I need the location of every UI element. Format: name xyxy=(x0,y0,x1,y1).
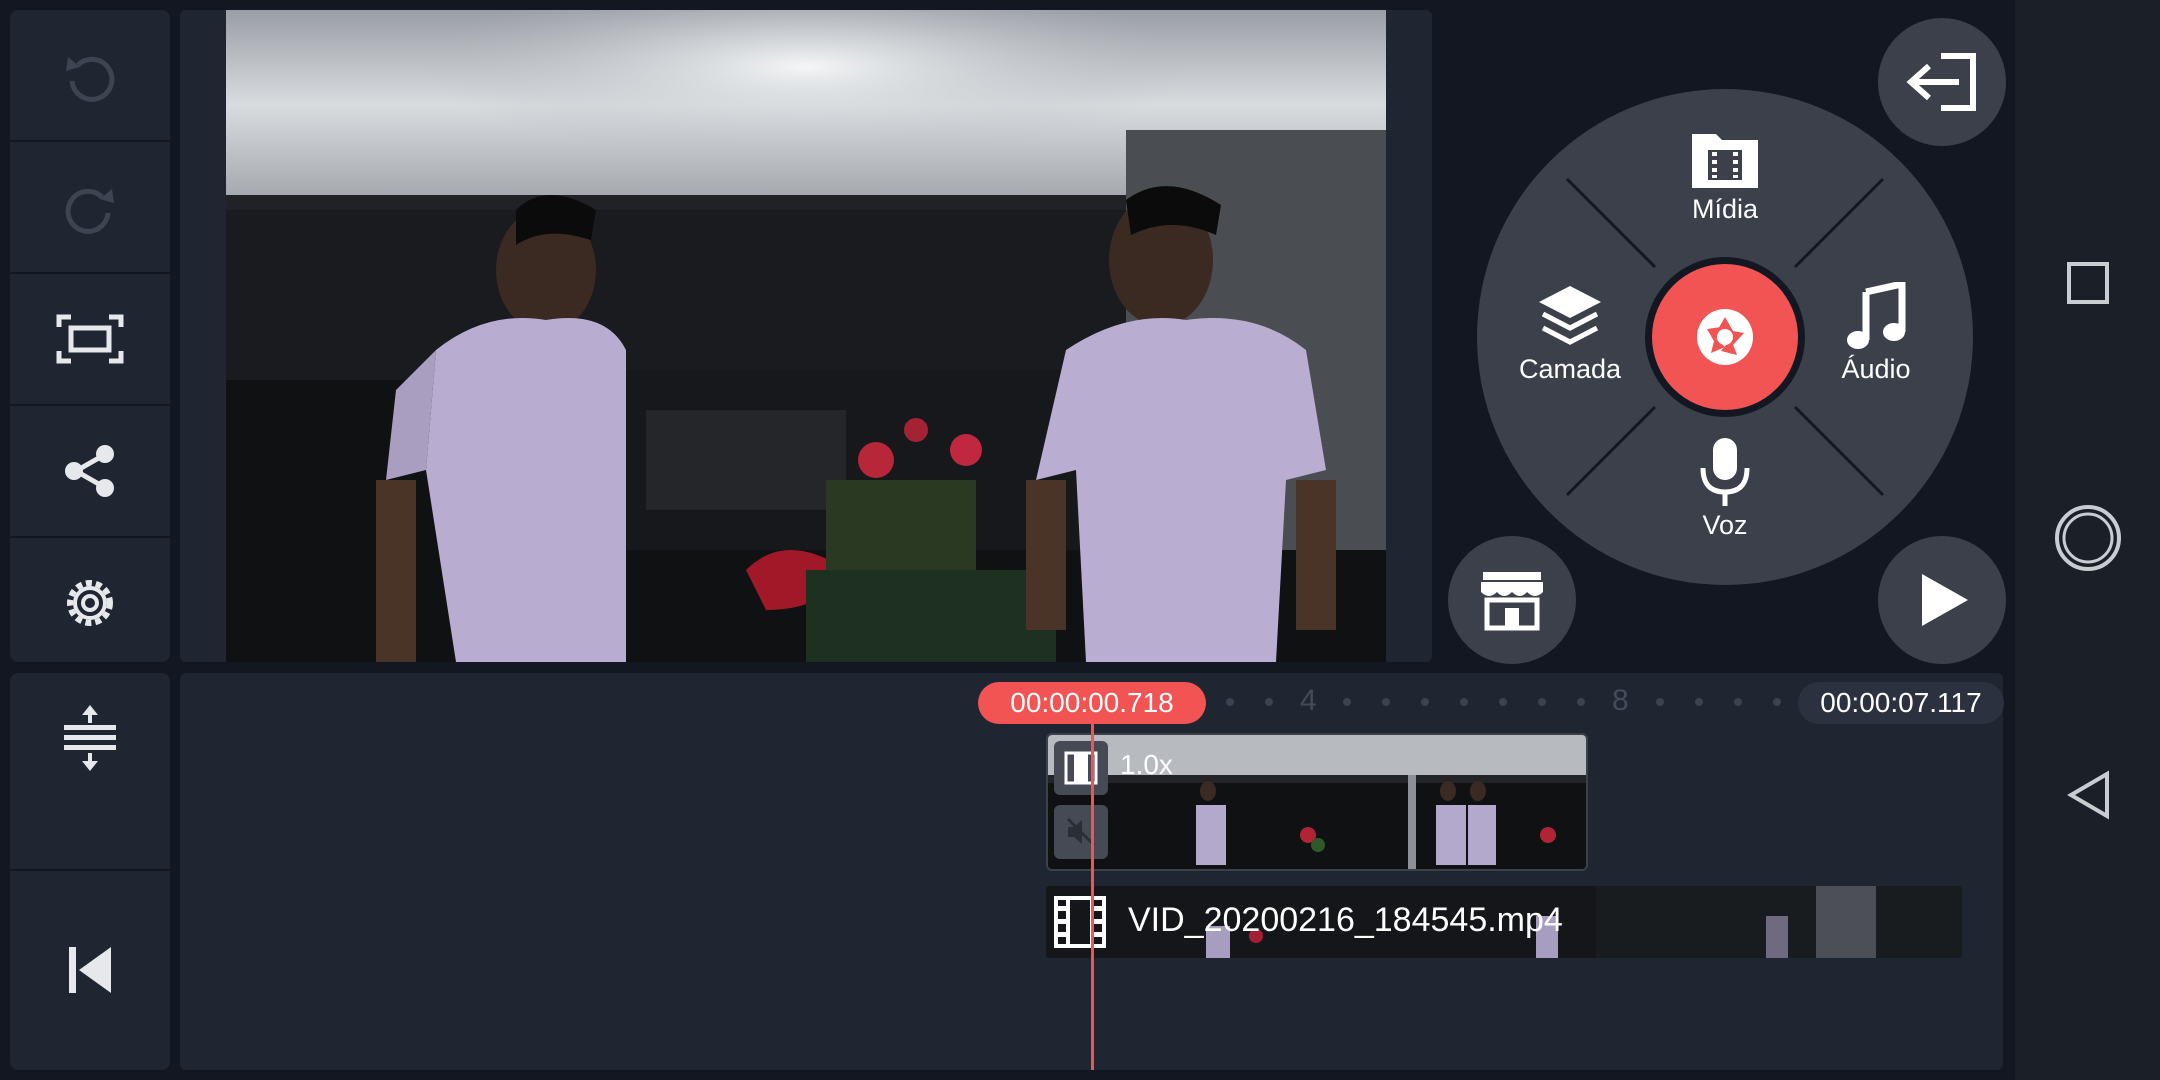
back-triangle-icon xyxy=(2067,770,2109,820)
share-button[interactable] xyxy=(10,406,170,536)
media-label: Mídia xyxy=(1691,194,1759,224)
timeline-tools xyxy=(10,673,170,1070)
music-note-icon xyxy=(1847,282,1906,349)
ruler-tick xyxy=(1695,698,1703,706)
playhead[interactable] xyxy=(1091,720,1094,1070)
layer-video-clip[interactable]: 1.0x xyxy=(1046,733,1588,871)
ruler-tick xyxy=(1460,698,1468,706)
exit-icon xyxy=(1906,53,1976,111)
skip-to-start-button[interactable] xyxy=(10,905,170,1035)
microphone-icon xyxy=(1700,438,1750,506)
ruler-tick xyxy=(1265,698,1273,706)
mute-badge[interactable] xyxy=(1054,805,1108,859)
divider xyxy=(10,869,170,871)
preview-image xyxy=(226,10,1386,662)
layer-button[interactable]: Camada xyxy=(1512,282,1628,385)
voice-button[interactable]: Voz xyxy=(1690,436,1760,541)
ruler-tick xyxy=(1577,698,1585,706)
record-button[interactable] xyxy=(1652,264,1798,410)
crop-frame-button[interactable] xyxy=(10,274,170,404)
audio-button[interactable]: Áudio xyxy=(1826,282,1926,385)
total-duration-display: 00:00:07.117 xyxy=(1798,682,2004,724)
ruler-tick xyxy=(1382,698,1390,706)
redo-button[interactable] xyxy=(10,142,170,272)
layers-icon xyxy=(1539,286,1601,345)
home-circle-icon xyxy=(2055,505,2121,571)
ruler-tick xyxy=(1421,698,1429,706)
clip-type-badge xyxy=(1054,741,1108,795)
media-folder-icon xyxy=(1692,134,1758,188)
layer-label: Camada xyxy=(1518,354,1622,384)
ruler-tick xyxy=(1734,698,1742,706)
ruler-tick xyxy=(1538,698,1546,706)
share-icon xyxy=(65,445,114,497)
store-button[interactable] xyxy=(1442,530,1582,670)
ruler-tick xyxy=(1499,698,1507,706)
audio-label: Áudio xyxy=(1841,354,1911,384)
play-button[interactable] xyxy=(1872,530,2012,670)
ruler-tick xyxy=(1226,698,1234,706)
expand-timeline-icon xyxy=(64,705,116,771)
clip-speed: 1.0x xyxy=(1120,749,1173,780)
ruler-tick xyxy=(1656,698,1664,706)
skip-to-start-icon xyxy=(69,947,111,993)
settings-icon xyxy=(67,580,113,626)
video-preview[interactable] xyxy=(226,10,1386,662)
crop-frame-icon xyxy=(56,314,124,364)
redo-icon xyxy=(65,188,114,234)
ruler-tick xyxy=(1773,698,1781,706)
store-icon xyxy=(1481,572,1543,631)
camera-shutter-icon xyxy=(1697,309,1753,365)
current-time-display: 00:00:00.718 xyxy=(978,682,1206,724)
recents-square-icon xyxy=(2067,262,2109,304)
film-strip-icon xyxy=(1054,896,1106,948)
left-toolbar xyxy=(10,10,170,662)
home-button[interactable] xyxy=(2040,490,2136,586)
ruler-label: 4 xyxy=(1300,684,1317,717)
recents-button[interactable] xyxy=(2040,235,2136,331)
settings-button[interactable] xyxy=(10,538,170,668)
ruler-label: 8 xyxy=(1612,684,1629,717)
back-button[interactable] xyxy=(2040,747,2136,843)
undo-icon xyxy=(66,56,115,102)
media-button[interactable]: Mídia xyxy=(1672,128,1778,225)
main-video-clip[interactable]: VID_20200216_184545.mp4 xyxy=(1046,886,1962,958)
play-icon xyxy=(1922,574,1968,626)
voice-label: Voz xyxy=(1702,510,1748,540)
exit-button[interactable] xyxy=(1872,12,2012,152)
expand-timeline-button[interactable] xyxy=(10,673,170,803)
main-clip-filename: VID_20200216_184545.mp4 xyxy=(1128,901,1563,939)
undo-button[interactable] xyxy=(10,10,170,140)
ruler-tick xyxy=(1343,698,1351,706)
